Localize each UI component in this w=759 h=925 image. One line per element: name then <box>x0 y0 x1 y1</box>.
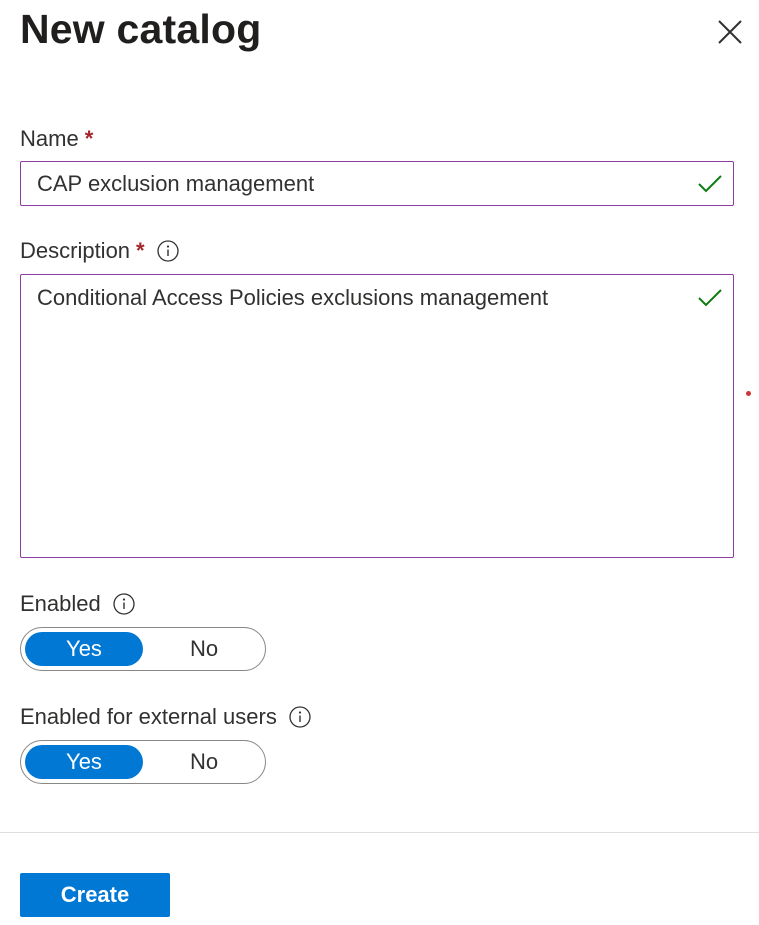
external-users-toggle[interactable]: Yes No <box>20 740 266 784</box>
description-input-value: Conditional Access Policies exclusions m… <box>37 285 549 310</box>
required-asterisk: * <box>136 238 145 263</box>
description-textarea[interactable]: Conditional Access Policies exclusions m… <box>20 274 734 558</box>
footer-divider <box>0 832 759 833</box>
info-icon[interactable] <box>156 240 179 262</box>
name-label-row: Name * <box>20 126 93 152</box>
enabled-no-option[interactable]: No <box>145 632 263 666</box>
external-users-label: Enabled for external users <box>20 704 277 729</box>
error-indicator-dot <box>746 391 751 396</box>
name-input[interactable]: CAP exclusion management <box>20 161 734 206</box>
info-icon[interactable] <box>113 593 135 615</box>
enabled-label-row: Enabled <box>20 591 135 617</box>
checkmark-icon <box>697 287 723 309</box>
checkmark-icon <box>697 173 723 195</box>
panel-title: New catalog <box>20 6 262 52</box>
description-label: Description <box>20 238 131 263</box>
external-no-option[interactable]: No <box>145 745 263 779</box>
required-asterisk: * <box>84 126 94 151</box>
create-button[interactable]: Create <box>20 873 170 917</box>
description-label-row: Description * <box>20 238 179 264</box>
enabled-label: Enabled <box>20 591 101 616</box>
name-input-value: CAP exclusion management <box>37 171 315 196</box>
enabled-yes-option[interactable]: Yes <box>25 632 143 666</box>
name-label: Name <box>20 126 79 151</box>
external-yes-option[interactable]: Yes <box>25 745 143 779</box>
info-icon[interactable] <box>289 706 311 728</box>
external-label-row: Enabled for external users <box>20 704 311 730</box>
close-icon[interactable] <box>716 18 744 46</box>
enabled-toggle[interactable]: Yes No <box>20 627 266 671</box>
